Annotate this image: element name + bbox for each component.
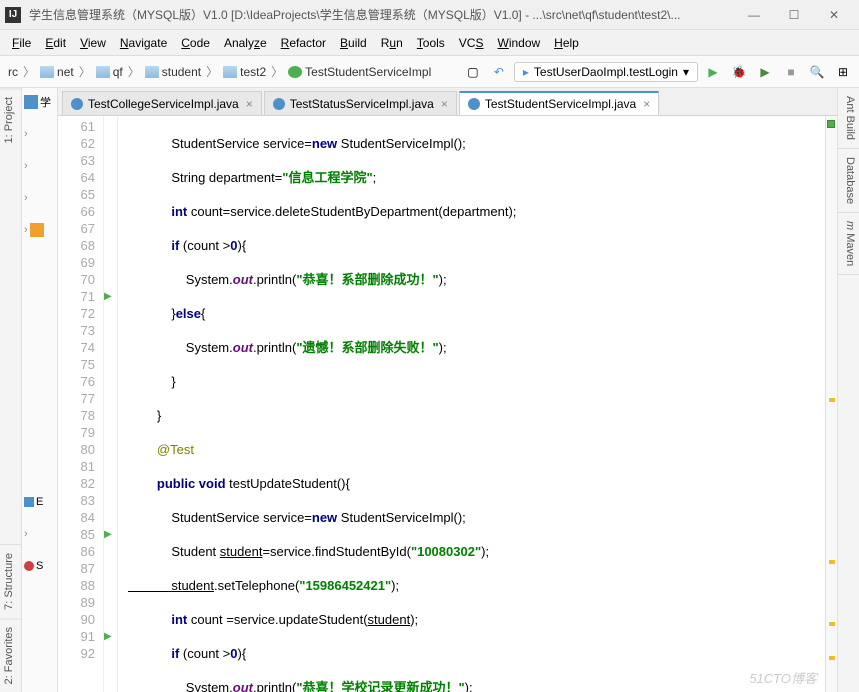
run-test-icon[interactable]: ▶ — [104, 628, 112, 645]
minimize-button[interactable]: — — [734, 1, 774, 29]
run-config-selector[interactable]: ▸ TestUserDaoImpl.testLogin ▾ — [514, 62, 698, 82]
menu-run[interactable]: Run — [375, 33, 409, 53]
tab-database[interactable]: Database — [838, 149, 859, 213]
breadcrumb-item[interactable]: net — [37, 63, 77, 81]
breadcrumb-item[interactable]: TestStudentServiceImpl — [285, 63, 434, 81]
arrow-icon[interactable]: › — [24, 224, 28, 236]
code-content[interactable]: StudentService service=new StudentServic… — [118, 116, 825, 692]
window-title: 学生信息管理系统（MYSQL版）V1.0 [D:\IdeaProjects\学生… — [29, 6, 734, 23]
tab-maven[interactable]: m Maven — [838, 213, 859, 275]
watermark: 51CTO博客 — [749, 670, 817, 687]
tab-structure[interactable]: 7: Structure — [0, 544, 21, 618]
build-icon[interactable]: ▢ — [462, 61, 484, 83]
java-icon — [273, 98, 285, 110]
run-gutter[interactable]: ▶ ▶ ▶ — [104, 116, 118, 692]
coverage-button[interactable]: ▶ — [754, 61, 776, 83]
editor-tab[interactable]: TestStatusServiceImpl.java× — [264, 91, 457, 115]
java-icon — [468, 98, 480, 110]
folder-icon — [40, 66, 54, 78]
close-icon[interactable]: × — [641, 97, 652, 111]
menu-file[interactable]: File — [6, 33, 37, 53]
arrow-icon[interactable]: › — [24, 192, 28, 204]
breakpoint-icon — [24, 561, 34, 571]
folder-icon — [223, 66, 237, 78]
app-icon: IJ — [5, 7, 21, 23]
tab-ant-build[interactable]: Ant Build — [838, 88, 859, 149]
menu-edit[interactable]: Edit — [39, 33, 72, 53]
tab-favorites[interactable]: 2: Favorites — [0, 618, 21, 692]
tab-project[interactable]: 1: Project — [0, 88, 21, 151]
back-icon[interactable]: ↶ — [488, 61, 510, 83]
close-button[interactable]: ✕ — [814, 1, 854, 29]
breadcrumb-item[interactable]: qf — [93, 63, 126, 81]
menu-build[interactable]: Build — [334, 33, 373, 53]
project-icon — [24, 95, 38, 109]
right-tool-strip: Ant Build Database m Maven — [837, 88, 859, 692]
left-tool-strip: 1: Project 7: Structure 2: Favorites — [0, 88, 22, 692]
breadcrumb-item[interactable]: student — [142, 63, 204, 81]
menu-view[interactable]: View — [74, 33, 112, 53]
breadcrumb-sep: 〉 — [23, 63, 35, 80]
editor-area: TestCollegeServiceImpl.java× TestStatusS… — [58, 88, 837, 692]
menu-help[interactable]: Help — [548, 33, 585, 53]
titlebar: IJ 学生信息管理系统（MYSQL版）V1.0 [D:\IdeaProjects… — [0, 0, 859, 30]
close-icon[interactable]: × — [439, 97, 450, 111]
menu-window[interactable]: Window — [491, 33, 546, 53]
editor-tabs: TestCollegeServiceImpl.java× TestStatusS… — [58, 88, 837, 116]
arrow-icon[interactable]: › — [24, 528, 28, 540]
search-icon[interactable]: 🔍 — [806, 61, 828, 83]
close-icon[interactable]: × — [244, 97, 255, 111]
code-editor[interactable]: 61626364 65666768 69707172 73747576 7778… — [58, 116, 837, 692]
debug-button[interactable]: 🐞 — [728, 61, 750, 83]
error-stripe[interactable] — [825, 116, 837, 692]
menu-refactor[interactable]: Refactor — [275, 33, 332, 53]
navigation-bar: rc〉 net〉 qf〉 student〉 test2〉 TestStudent… — [0, 56, 859, 88]
folder-icon — [96, 66, 110, 78]
arrow-icon[interactable]: › — [24, 160, 28, 172]
library-icon — [30, 223, 44, 237]
class-icon — [288, 66, 302, 78]
menubar: File Edit View Navigate Code Analyze Ref… — [0, 30, 859, 56]
menu-navigate[interactable]: Navigate — [114, 33, 173, 53]
run-button[interactable]: ▶ — [702, 61, 724, 83]
editor-tab-active[interactable]: TestStudentServiceImpl.java× — [459, 91, 659, 115]
line-number-gutter: 61626364 65666768 69707172 73747576 7778… — [58, 116, 104, 692]
breadcrumb: rc〉 net〉 qf〉 student〉 test2〉 TestStudent… — [5, 63, 460, 81]
folder-icon — [145, 66, 159, 78]
breadcrumb-item[interactable]: test2 — [220, 63, 269, 81]
chevron-down-icon: ▾ — [683, 65, 689, 79]
run-test-icon[interactable]: ▶ — [104, 526, 112, 543]
stop-button[interactable]: ■ — [780, 61, 802, 83]
run-test-icon[interactable]: ▶ — [104, 288, 112, 305]
arrow-icon[interactable]: › — [24, 128, 28, 140]
editor-tab[interactable]: TestCollegeServiceImpl.java× — [62, 91, 262, 115]
menu-analyze[interactable]: Analyze — [218, 33, 273, 53]
structure-icon — [24, 497, 34, 507]
breadcrumb-item[interactable]: rc — [5, 63, 21, 81]
java-icon — [71, 98, 83, 110]
maximize-button[interactable]: ☐ — [774, 1, 814, 29]
project-structure-icon[interactable]: ⊞ — [832, 61, 854, 83]
menu-code[interactable]: Code — [175, 33, 216, 53]
project-panel-collapsed: 学 › › › › E › S — [22, 88, 58, 692]
menu-tools[interactable]: Tools — [411, 33, 451, 53]
run-config-label: TestUserDaoImpl.testLogin — [534, 65, 678, 79]
menu-vcs[interactable]: VCS — [453, 33, 490, 53]
